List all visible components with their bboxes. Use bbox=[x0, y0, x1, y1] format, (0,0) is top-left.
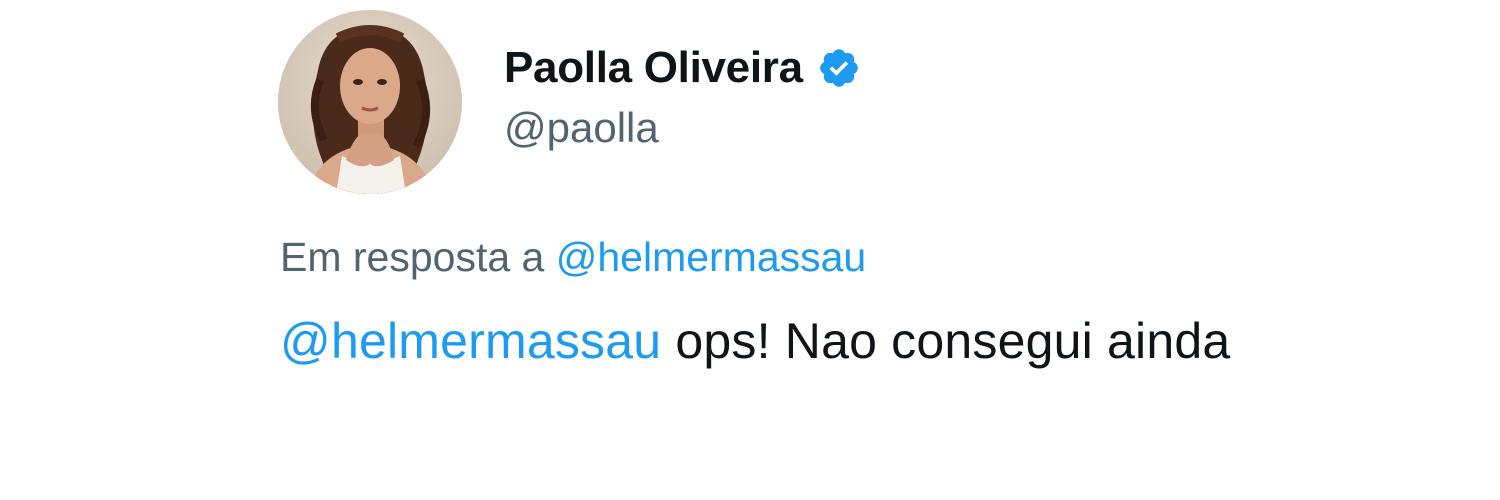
tweet-text: @helmermassau ops! Nao consegui ainda bbox=[280, 312, 1230, 370]
author-display-name[interactable]: Paolla Oliveira bbox=[504, 43, 803, 93]
reply-mention-link[interactable]: @helmermassau bbox=[556, 234, 867, 280]
avatar-portrait bbox=[278, 10, 462, 194]
avatar[interactable] bbox=[278, 10, 462, 194]
verified-badge-icon bbox=[817, 46, 861, 90]
tweet-card: Paolla Oliveira @paolla Em resposta a @h… bbox=[0, 0, 1500, 500]
reply-prefix: Em resposta a bbox=[280, 234, 556, 280]
reply-context: Em resposta a @helmermassau bbox=[280, 234, 866, 281]
tweet-body: ops! Nao consegui ainda bbox=[661, 313, 1231, 369]
author-name-row: Paolla Oliveira bbox=[504, 40, 861, 96]
author-handle[interactable]: @paolla bbox=[504, 104, 659, 152]
tweet-mention-link[interactable]: @helmermassau bbox=[280, 313, 661, 369]
